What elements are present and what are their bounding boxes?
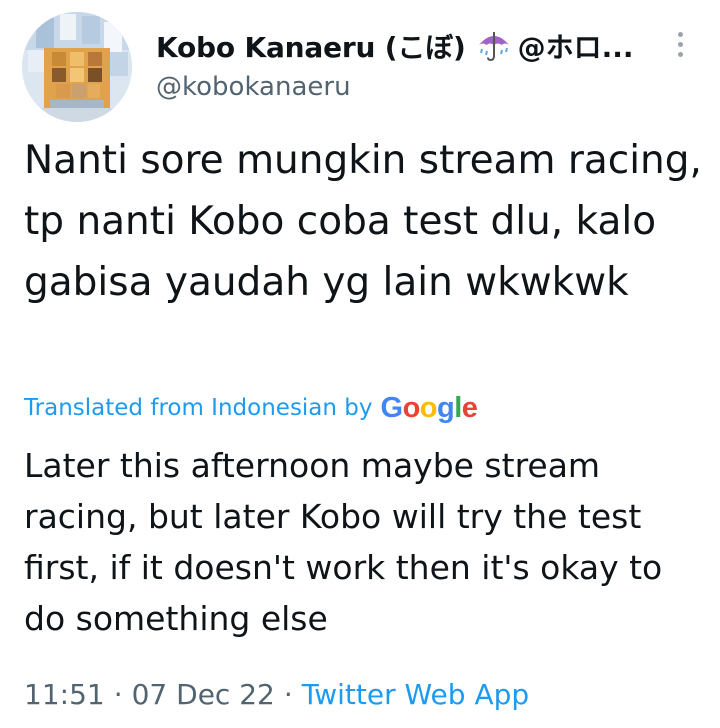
- author-handle[interactable]: @kobokanaeru: [156, 72, 351, 102]
- umbrella-with-rain-icon: [476, 29, 512, 63]
- ellipsis-dot: [677, 42, 683, 47]
- google-logo-letter: o: [419, 391, 438, 424]
- meta-separator: ·: [113, 677, 123, 711]
- translation-attribution: Translated from Indonesian by Google: [24, 388, 478, 428]
- google-logo-letter: e: [461, 391, 478, 424]
- meta-separator: ·: [283, 677, 293, 711]
- google-logo: Google: [381, 392, 478, 425]
- vertical-ellipsis-icon: [677, 32, 683, 37]
- tweet-time[interactable]: 11:51: [24, 678, 105, 711]
- author-name-suffix[interactable]: @ホロ...: [518, 26, 634, 66]
- tweet-text: Nanti sore mungkin stream racing, tp nan…: [24, 138, 702, 305]
- translated-from-link[interactable]: Translated from Indonesian by: [24, 395, 373, 421]
- translated-text: Later this afternoon maybe stream racing…: [24, 446, 663, 638]
- more-options-button[interactable]: [670, 28, 690, 64]
- google-logo-letter: l: [454, 391, 462, 424]
- author-name-row[interactable]: Kobo Kanaeru (こぼ) @ホロ...: [156, 24, 676, 68]
- ellipsis-dot: [677, 52, 683, 57]
- google-logo-letter: g: [437, 391, 455, 424]
- tweet-source-link[interactable]: Twitter Web App: [302, 678, 529, 711]
- author-display-name[interactable]: Kobo Kanaeru (こぼ): [156, 26, 466, 66]
- avatar[interactable]: [22, 12, 132, 122]
- avatar-image: [22, 12, 132, 122]
- tweet-date[interactable]: 07 Dec 22: [132, 678, 275, 711]
- google-logo-letter: o: [402, 391, 421, 424]
- tweet-metadata: 11:51 · 07 Dec 22 · Twitter Web App: [24, 672, 529, 716]
- google-logo-letter: G: [380, 391, 404, 424]
